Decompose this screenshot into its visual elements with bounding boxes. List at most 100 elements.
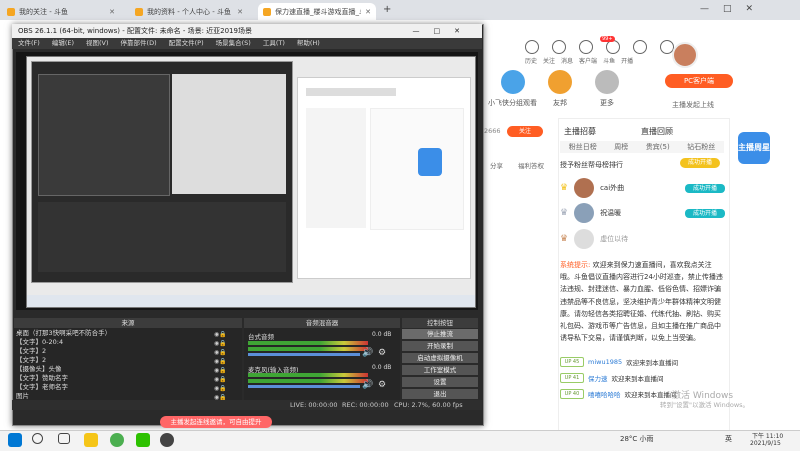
menu-help[interactable]: 帮助(H) (297, 38, 320, 49)
volume-slider[interactable] (248, 353, 360, 356)
widget-friends[interactable]: 友邦 (548, 70, 572, 108)
rec-time: REC: 00:00:00 (342, 401, 389, 409)
client-icon[interactable] (606, 40, 620, 54)
tab-recruit[interactable]: 主播招募 (564, 126, 596, 137)
tab-close-icon[interactable]: ✕ (237, 8, 243, 16)
tab-close-icon[interactable]: ✕ (109, 8, 115, 16)
source-item[interactable]: 桌面（打那3快啊采吧不防合手） (16, 329, 111, 338)
chat-user[interactable]: 保力速 (588, 373, 608, 383)
subtab-diamond[interactable]: 钻石粉丝 (687, 141, 715, 153)
search-icon[interactable] (32, 433, 43, 444)
message-icon[interactable] (579, 40, 593, 54)
nav-label: 历史 (525, 58, 538, 65)
menu-edit[interactable]: 编辑(E) (52, 38, 74, 49)
follow-button[interactable]: 关注 (507, 126, 543, 137)
start-icon[interactable] (8, 433, 22, 447)
chat-user[interactable]: miwu1985 (588, 358, 622, 366)
nested-weekly-badge (418, 148, 442, 176)
gear-icon[interactable]: ⚙ (378, 380, 386, 390)
sources-dock-header: 来源 (14, 318, 242, 328)
nested-browser (172, 74, 286, 194)
subtab-vip[interactable]: 贵宾(5) (646, 141, 670, 153)
virtual-camera-button[interactable]: 启动虚拟摄像机 (402, 353, 478, 364)
pc-client-button[interactable]: PC客户端 (665, 74, 733, 88)
chat-user[interactable]: 嘻嘻哈哈哈 (588, 389, 621, 399)
source-item[interactable]: 【文字】0-20:4 (16, 338, 63, 347)
share-button[interactable]: 分享 (490, 160, 503, 170)
speaker-icon[interactable]: 🔊 (362, 348, 373, 358)
file-explorer-icon[interactable] (84, 433, 98, 447)
widget-group-watch[interactable]: 小飞侠分组观看 (488, 70, 537, 108)
source-item[interactable]: 【文字】2 (16, 356, 46, 365)
obs-titlebar: OBS 26.1.1 (64-bit, windows) - 配置文件: 未命名… (12, 24, 482, 38)
nested-douyu-page (297, 77, 471, 279)
browser-tab-3-active[interactable]: 保力速直播_楼斗游戏直播_斗鱼 ✕ (258, 3, 376, 20)
tab-replay[interactable]: 直播回顾 (641, 126, 673, 137)
chat-msg: 欢迎来到本直播间 (611, 375, 664, 383)
obs-icon[interactable] (160, 433, 174, 447)
rank-badge: 成功开播 (685, 183, 725, 193)
widget-more[interactable]: 更多 (595, 70, 619, 108)
start-recording-button[interactable]: 开始录制 (402, 341, 478, 352)
history-icon[interactable] (525, 40, 539, 54)
volume-slider[interactable] (248, 385, 360, 388)
preview-nested-desktop (26, 56, 476, 308)
weekly-star-badge[interactable]: 主播周星 (738, 132, 770, 174)
nav-label: 开播 (621, 58, 634, 65)
subtab-weekly[interactable]: 周榜 (614, 141, 628, 153)
gear-icon[interactable]: ⚙ (378, 348, 386, 358)
ime-indicator[interactable]: 英 (725, 434, 732, 444)
tab-close-icon[interactable]: ✕ (365, 8, 371, 16)
follow-icon[interactable] (552, 40, 566, 54)
menu-file[interactable]: 文件(F) (18, 38, 40, 49)
menu-scene-collection[interactable]: 场景集合(S) (216, 38, 251, 49)
connect-invite-toast[interactable]: 主播发起连线邀请，可自由提升 (160, 416, 272, 428)
new-tab-button[interactable]: + (383, 4, 391, 15)
clock-date[interactable]: 2021/9/15 (750, 440, 781, 447)
source-item[interactable]: 【摄像头】头像 (16, 365, 62, 374)
visibility-lock-icons[interactable]: ◉🔒 ◉🔒 ◉🔒 ◉🔒 ◉🔒 ◉🔒 ◉🔒 ◉🔒 (214, 330, 236, 401)
rank-badge: 成功开播 (685, 208, 725, 218)
rank-row[interactable]: ♛ cai外曲 成功开播 (560, 175, 725, 201)
settings-button[interactable]: 设置 (402, 377, 478, 388)
obs-window-controls[interactable]: —□✕ (413, 24, 474, 38)
exit-button[interactable]: 退出 (402, 389, 478, 400)
chat-msg: 欢迎来到本直播间 (624, 391, 677, 399)
rank-row[interactable]: ♛ 祝温暖 成功开播 (560, 200, 725, 226)
ticket-button[interactable]: 福利答权 (518, 160, 544, 170)
chrome-icon[interactable] (110, 433, 124, 447)
browser-tab-1[interactable]: 我的关注 - 斗鱼 ✕ (2, 3, 120, 20)
speaker-icon[interactable]: 🔊 (362, 380, 373, 390)
douyu-icon[interactable] (633, 40, 647, 54)
window-controls[interactable]: —□✕ (700, 4, 767, 14)
wechat-icon[interactable] (136, 433, 150, 447)
douyu-favicon-icon (135, 7, 143, 16)
rank-cta-button[interactable]: 成功开播 (680, 158, 720, 168)
subtab-daily[interactable]: 粉丝日榜 (569, 141, 597, 153)
system-text: 欢迎来到保力速直播间，喜欢我点关注哦。斗鱼倡议直播内容进行24小时巡查，禁止传播… (560, 261, 723, 343)
stop-streaming-button[interactable]: 停止推流 (402, 329, 478, 340)
browser-tab-2[interactable]: 我的资料 - 个人中心 - 斗鱼 ✕ (130, 3, 248, 20)
rank-subtabs: 粉丝日榜 周榜 贵宾(5) 钻石粉丝 (560, 141, 724, 153)
avatar (574, 229, 595, 249)
menu-profile[interactable]: 配置文件(P) (169, 38, 204, 49)
menu-view[interactable]: 视图(V) (86, 38, 109, 49)
task-view-icon[interactable] (58, 433, 70, 444)
weather[interactable]: 28°C 小雨 (620, 434, 654, 444)
clock-time[interactable]: 下午 11:10 (752, 431, 783, 440)
user-avatar[interactable] (672, 42, 698, 68)
source-item[interactable]: 【文字】老师名字 (16, 383, 68, 392)
source-item[interactable]: 【文字】赞助名字 (16, 374, 68, 383)
nested-docks (38, 202, 286, 272)
menu-docks[interactable]: 停靠部件(D) (121, 38, 157, 49)
rank-name: cai外曲 (600, 184, 625, 192)
obs-title: OBS 26.1.1 (64-bit, windows) - 配置文件: 未命名… (18, 27, 252, 35)
studio-mode-button[interactable]: 工作室模式 (402, 365, 478, 376)
menu-tools[interactable]: 工具(T) (263, 38, 285, 49)
header-nav-icons (525, 40, 674, 54)
nested-obs-preview (38, 74, 170, 196)
tab-title: 保力速直播_楼斗游戏直播_斗鱼 (275, 7, 361, 16)
mixer-track-db: 0.0 dB (372, 331, 392, 338)
crown-icon: ♛ (560, 183, 569, 193)
source-item[interactable]: 【文字】2 (16, 347, 46, 356)
